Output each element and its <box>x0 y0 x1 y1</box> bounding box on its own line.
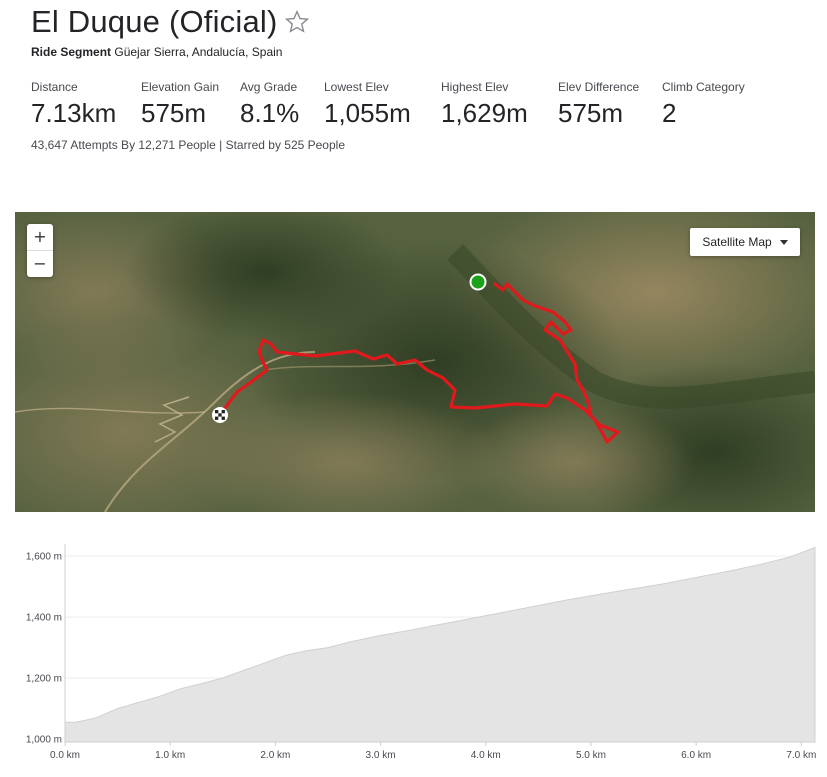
stat-value: 1,629m <box>441 98 528 128</box>
stat-label: Elev Difference <box>558 80 640 94</box>
x-axis-ticks: 0.0 km 1.0 km 2.0 km 3.0 km 4.0 km 5.0 km 6.0 … <box>50 742 816 761</box>
elevation-profile-chart: 1,000 m 1,200 m 1,400 m 1,600 m 0.0 km 1.0 k… <box>26 544 816 761</box>
stat-label: Highest Elev <box>441 80 509 94</box>
stat-elevation-gain: Elevation Gain 575m <box>141 80 219 129</box>
elevation-area <box>64 546 816 743</box>
attempts-summary: 43,647 Attempts By 12,271 People | Starr… <box>31 138 345 152</box>
segment-map[interactable]: + − Satellite Map <box>15 212 815 512</box>
stat-climb-category: Climb Category 2 <box>662 80 745 129</box>
star-icon[interactable] <box>284 9 310 35</box>
x-tick-label: 7.0 km <box>786 750 816 761</box>
x-tick-label: 1.0 km <box>155 750 185 761</box>
stat-value: 1,055m <box>324 98 411 128</box>
stat-avg-grade: Avg Grade 8.1% <box>240 80 299 129</box>
y-tick-label: 1,200 m <box>26 674 62 685</box>
zoom-control: + − <box>27 224 53 277</box>
x-tick-label: 5.0 km <box>576 750 606 761</box>
stat-elev-difference: Elev Difference 575m <box>558 80 639 129</box>
page-title: El Duque (Oficial) <box>31 4 278 39</box>
stat-label: Climb Category <box>662 80 745 94</box>
stat-value: 575m <box>141 98 207 128</box>
stat-value: 575m <box>558 98 624 128</box>
stat-lowest-elev: Lowest Elev 1,055m <box>324 80 411 129</box>
stat-label: Elevation Gain <box>141 80 220 94</box>
stat-highest-elev: Highest Elev 1,629m <box>441 80 528 129</box>
segment-subtitle: Ride Segment Güejar Sierra, Andalucía, S… <box>31 45 282 59</box>
segment-location: Güejar Sierra, Andalucía, Spain <box>114 45 283 59</box>
x-tick-label: 4.0 km <box>471 750 501 761</box>
stat-value: 7.13km <box>31 98 117 128</box>
stat-distance: Distance 7.13km <box>31 80 116 129</box>
stat-label: Lowest Elev <box>324 80 389 94</box>
x-tick-label: 2.0 km <box>260 750 290 761</box>
caret-down-icon <box>779 239 788 245</box>
x-tick-label: 3.0 km <box>366 750 396 761</box>
route-overlay <box>218 282 620 444</box>
x-tick-label: 0.0 km <box>50 750 80 761</box>
stat-value: 2 <box>662 98 677 128</box>
x-tick-label: 6.0 km <box>681 750 711 761</box>
stat-label: Distance <box>31 80 78 94</box>
title-row: El Duque (Oficial) <box>31 4 310 40</box>
y-tick-label: 1,000 m <box>26 734 62 745</box>
stat-label: Avg Grade <box>240 80 298 94</box>
route-line <box>218 282 620 444</box>
map-type-label: Satellite Map <box>702 235 772 249</box>
zoom-out-button[interactable]: − <box>27 251 53 277</box>
stat-value: 8.1% <box>240 98 300 128</box>
y-axis-ticks: 1,000 m 1,200 m 1,400 m 1,600 m <box>26 552 62 746</box>
y-tick-label: 1,600 m <box>26 552 62 563</box>
zoom-in-button[interactable]: + <box>27 224 53 251</box>
segment-type: Ride Segment <box>31 45 112 59</box>
y-tick-label: 1,400 m <box>26 613 62 624</box>
map-type-dropdown[interactable]: Satellite Map <box>690 228 800 256</box>
